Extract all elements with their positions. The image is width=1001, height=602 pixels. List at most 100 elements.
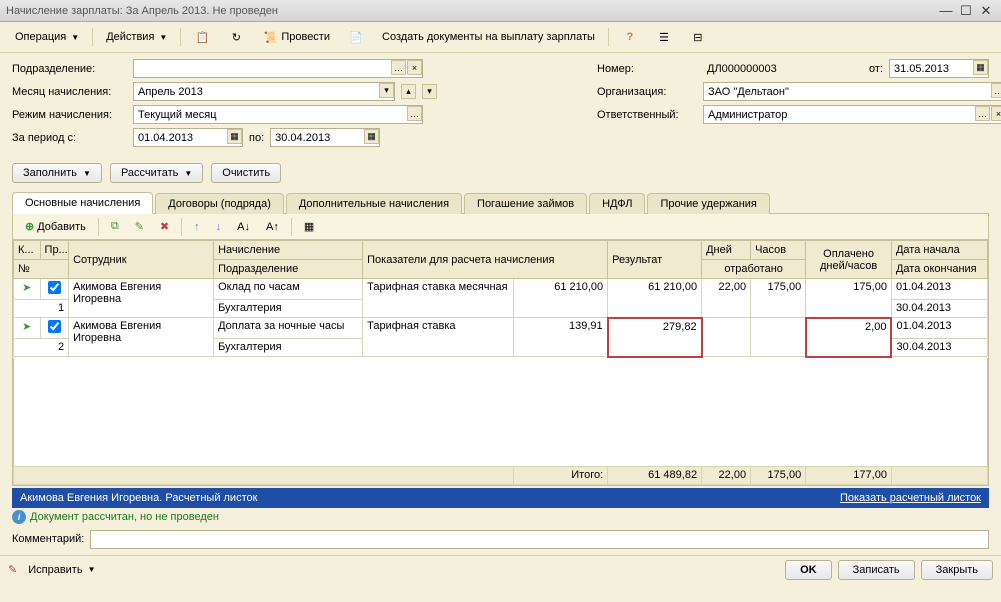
col-date-start[interactable]: Дата начала	[891, 241, 987, 260]
cell-indicator-val[interactable]: 61 210,00	[514, 279, 608, 318]
actions-menu[interactable]: Действия▼	[99, 28, 174, 46]
resp-input[interactable]	[703, 105, 1001, 124]
subdivision-input[interactable]	[133, 59, 423, 78]
col-k[interactable]: К...	[14, 241, 41, 260]
chevron-down-icon: ▼	[71, 33, 79, 42]
fix-menu[interactable]: Исправить▼	[21, 561, 102, 579]
col-paid[interactable]: Оплачено дней/часов	[806, 241, 892, 279]
cell-days[interactable]: 22,00	[702, 279, 751, 318]
cell-subdivision[interactable]: Бухгалтерия	[214, 300, 363, 318]
col-accrual[interactable]: Начисление	[214, 241, 363, 260]
row-checkbox[interactable]	[40, 279, 69, 300]
fill-button[interactable]: Заполнить▼	[12, 163, 102, 183]
calc-button[interactable]: Рассчитать▼	[110, 163, 203, 183]
save-button[interactable]: Записать	[838, 560, 915, 580]
cell-date-start[interactable]: 01.04.2013	[891, 318, 987, 339]
ellipsis-button[interactable]: …	[991, 83, 1001, 98]
mode-input[interactable]	[133, 105, 423, 124]
col-result[interactable]: Результат	[608, 241, 702, 279]
operation-menu[interactable]: Операция▼	[8, 28, 86, 46]
cell-result[interactable]: 279,82	[608, 318, 702, 357]
chevron-down-icon: ▼	[159, 33, 167, 42]
clear-button[interactable]: Очистить	[211, 163, 281, 183]
refresh-button[interactable]: ↻	[221, 26, 251, 48]
col-hours[interactable]: Часов	[751, 241, 806, 260]
number-input[interactable]	[703, 59, 833, 78]
cell-indicator[interactable]: Тарифная ставка месячная	[363, 279, 514, 318]
tab-loans[interactable]: Погашение займов	[464, 193, 587, 214]
col-date-end[interactable]: Дата окончания	[891, 260, 987, 279]
post-button[interactable]: 📜 Провести	[255, 26, 337, 48]
minimize-button[interactable]: —	[937, 3, 955, 19]
maximize-button[interactable]: ☐	[957, 3, 975, 19]
col-days[interactable]: Дней	[702, 241, 751, 260]
cell-paid[interactable]: 2,00	[806, 318, 892, 357]
cell-hours[interactable]	[751, 318, 806, 357]
dropdown-button[interactable]: ▾	[379, 83, 394, 98]
help-button[interactable]: ?	[615, 26, 645, 48]
table-row[interactable]: ➤Акимова Евгения ИгоревнаДоплата за ночн…	[14, 318, 988, 339]
col-worked[interactable]: отработано	[702, 260, 806, 279]
cell-indicator-val[interactable]: 139,91	[514, 318, 608, 357]
close-button[interactable]: ✕	[977, 3, 995, 19]
tab-main-accruals[interactable]: Основные начисления	[12, 192, 153, 214]
move-up-button[interactable]: ↑	[188, 218, 206, 236]
clear-button[interactable]: ×	[407, 60, 422, 75]
tree-button[interactable]: ⊟	[683, 26, 713, 48]
ok-button[interactable]: OK	[785, 560, 832, 580]
cell-date-end[interactable]: 30.04.2013	[891, 300, 987, 318]
cell-date-end[interactable]: 30.04.2013	[891, 339, 987, 357]
col-indicators[interactable]: Показатели для расчета начисления	[363, 241, 608, 279]
settings-button[interactable]: ▦	[298, 217, 320, 236]
spin-down-button[interactable]: ▾	[422, 84, 437, 99]
edit-row-button[interactable]: ✎	[129, 217, 150, 236]
spin-up-button[interactable]: ▴	[401, 84, 416, 99]
tab-ndfl[interactable]: НДФЛ	[589, 193, 645, 214]
cell-subdivision[interactable]: Бухгалтерия	[214, 339, 363, 357]
cell-accrual[interactable]: Доплата за ночные часы	[214, 318, 363, 339]
delete-row-button[interactable]: ✖	[154, 217, 175, 236]
org-input[interactable]	[703, 82, 1001, 101]
create-payout-docs-button[interactable]: Создать документы на выплату зарплаты	[375, 28, 602, 46]
move-down-button[interactable]: ↓	[210, 218, 228, 236]
show-payslip-link[interactable]: Показать расчетный листок	[840, 492, 981, 504]
tab-other-deductions[interactable]: Прочие удержания	[647, 193, 769, 214]
table-row[interactable]: ➤Акимова Евгения ИгоревнаОклад по часамТ…	[14, 279, 988, 300]
cell-result[interactable]: 61 210,00	[608, 279, 702, 318]
totals-label: Итого:	[514, 466, 608, 484]
clipboard-button[interactable]: 📋	[187, 26, 217, 48]
copy-row-button[interactable]: ⧉	[105, 217, 125, 236]
ellipsis-button[interactable]: …	[975, 106, 990, 121]
clear-button[interactable]: ×	[991, 106, 1001, 121]
col-subdivision[interactable]: Подразделение	[214, 260, 363, 279]
calendar-icon[interactable]: ▦	[364, 129, 379, 144]
cell-employee[interactable]: Акимова Евгения Игоревна	[69, 318, 214, 357]
sort-asc-button[interactable]: A↓	[231, 218, 256, 236]
cell-accrual[interactable]: Оклад по часам	[214, 279, 363, 300]
sheet-button[interactable]: 📄	[341, 26, 371, 48]
cell-hours[interactable]: 175,00	[751, 279, 806, 318]
close-button[interactable]: Закрыть	[921, 560, 993, 580]
cell-date-start[interactable]: 01.04.2013	[891, 279, 987, 300]
main-grid[interactable]: К... Пр... Сотрудник Начисление Показате…	[13, 240, 988, 358]
add-row-button[interactable]: ⊕Добавить	[19, 217, 92, 236]
col-n[interactable]: №	[14, 260, 69, 279]
col-employee[interactable]: Сотрудник	[69, 241, 214, 279]
cell-days[interactable]	[702, 318, 751, 357]
calendar-icon[interactable]: ▦	[973, 60, 988, 75]
cell-employee[interactable]: Акимова Евгения Игоревна	[69, 279, 214, 318]
ellipsis-button[interactable]: …	[407, 106, 422, 121]
tab-additional[interactable]: Дополнительные начисления	[286, 193, 462, 214]
cell-indicator[interactable]: Тарифная ставка	[363, 318, 514, 357]
sort-desc-button[interactable]: A↑	[260, 218, 285, 236]
month-input[interactable]	[133, 82, 395, 101]
row-checkbox[interactable]	[40, 318, 69, 339]
cell-paid[interactable]: 175,00	[806, 279, 892, 318]
refresh-icon: ↻	[228, 29, 244, 45]
comment-input[interactable]	[90, 530, 989, 549]
list-button[interactable]: ☰	[649, 26, 679, 48]
tab-contracts[interactable]: Договоры (подряда)	[155, 193, 284, 214]
calendar-icon[interactable]: ▦	[227, 129, 242, 144]
ellipsis-button[interactable]: …	[391, 60, 406, 75]
col-pr[interactable]: Пр...	[40, 241, 69, 260]
